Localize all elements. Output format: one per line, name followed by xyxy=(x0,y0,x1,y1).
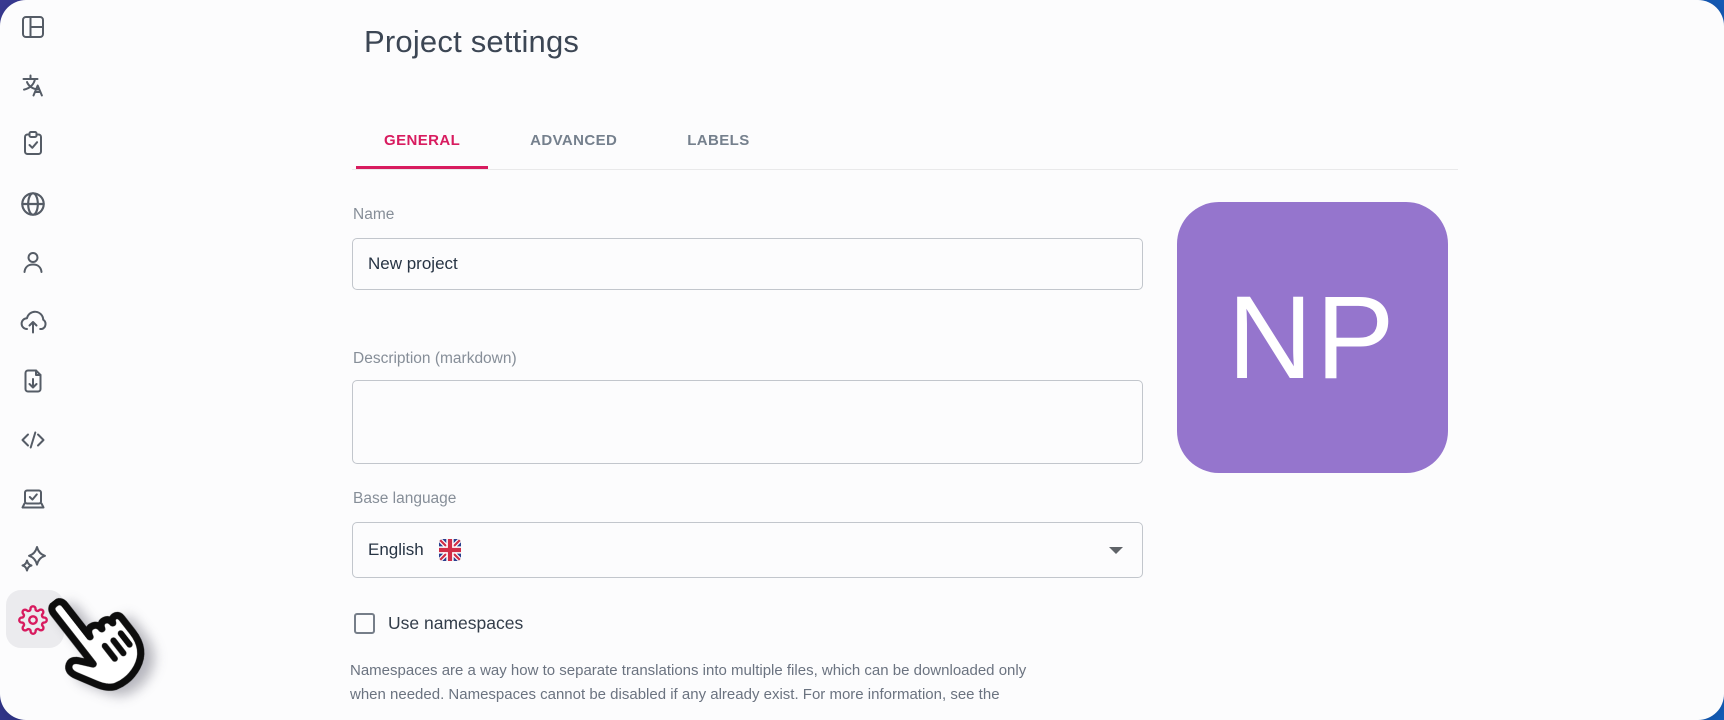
tab-advanced[interactable]: ADVANCED xyxy=(502,112,645,169)
clipboard-check-icon xyxy=(19,129,47,157)
layout-columns-icon xyxy=(19,13,47,41)
uk-flag-icon xyxy=(439,539,461,561)
tabs-divider xyxy=(352,169,1458,170)
sidebar-item-tasks[interactable] xyxy=(9,119,57,167)
sparkles-icon xyxy=(19,544,47,572)
sidebar-item-developer[interactable] xyxy=(9,475,57,523)
sidebar-item-dashboard[interactable] xyxy=(9,3,57,51)
page-title: Project settings xyxy=(364,24,579,60)
use-namespaces-label: Use namespaces xyxy=(388,613,523,634)
sidebar-item-ai[interactable] xyxy=(9,534,57,582)
tab-labels[interactable]: LABELS xyxy=(659,112,777,169)
namespaces-help-line1: Namespaces are a way how to separate tra… xyxy=(350,659,1026,683)
language-icon xyxy=(19,71,47,99)
sidebar-item-languages[interactable] xyxy=(9,180,57,228)
laptop-check-icon xyxy=(19,485,47,513)
sidebar-item-translations[interactable] xyxy=(9,61,57,109)
sidebar-item-export[interactable] xyxy=(9,357,57,405)
sidebar-item-members[interactable] xyxy=(9,238,57,286)
sidebar-item-integrate[interactable] xyxy=(9,416,57,464)
sidebar-item-import[interactable] xyxy=(9,298,57,346)
description-label: Description (markdown) xyxy=(353,350,517,368)
name-input[interactable] xyxy=(352,238,1143,290)
name-label: Name xyxy=(353,206,394,224)
base-language-label: Base language xyxy=(353,490,456,508)
sidebar xyxy=(0,0,66,720)
cloud-upload-icon xyxy=(19,308,47,336)
settings-tabs: GENERAL ADVANCED LABELS xyxy=(356,112,778,169)
description-input[interactable] xyxy=(352,380,1143,464)
use-namespaces-checkbox[interactable] xyxy=(354,613,375,634)
project-avatar[interactable]: NP xyxy=(1177,202,1448,473)
sidebar-item-settings[interactable] xyxy=(9,596,57,644)
use-namespaces-row[interactable]: Use namespaces xyxy=(354,613,523,634)
tab-general[interactable]: GENERAL xyxy=(356,112,488,169)
code-icon xyxy=(19,426,47,454)
user-icon xyxy=(19,248,47,276)
file-download-icon xyxy=(19,367,47,395)
globe-icon xyxy=(18,189,48,219)
settings-gear-icon xyxy=(18,605,48,635)
namespaces-help-line2: when needed. Namespaces cannot be disabl… xyxy=(350,683,1000,707)
app-window: Project settings GENERAL ADVANCED LABELS… xyxy=(0,0,1724,720)
base-language-value: English xyxy=(368,540,424,560)
base-language-select[interactable]: English xyxy=(352,522,1143,578)
chevron-down-icon xyxy=(1109,547,1123,554)
project-avatar-initials: NP xyxy=(1228,279,1398,397)
